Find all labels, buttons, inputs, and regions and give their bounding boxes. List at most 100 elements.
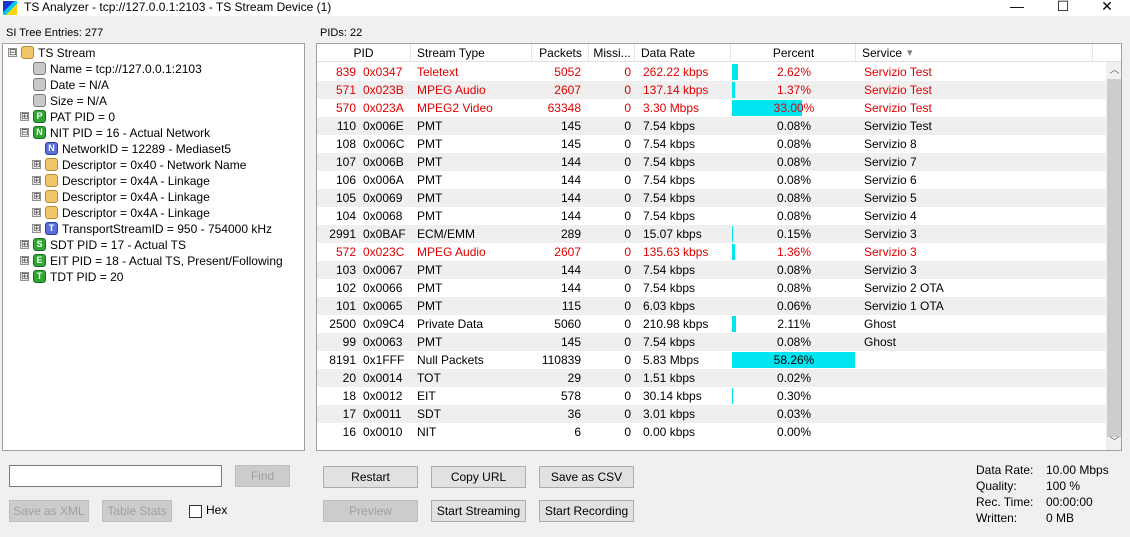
table-row[interactable]: 839 0x0347 Teletext 5052 0 262.22 kbps 2.62% Se… <box>317 63 1106 81</box>
save-as-xml-button[interactable]: Save as XML <box>9 500 89 522</box>
tree-expander-icon[interactable]: ⊟ <box>8 48 17 57</box>
column-header-service[interactable]: Service <box>857 44 1093 62</box>
tree-expander-icon[interactable]: ⊞ <box>20 256 29 265</box>
save-as-csv-button[interactable]: Save as CSV <box>539 466 634 488</box>
table-row[interactable]: 106 0x006A PMT 144 0 7.54 kbps 0.08% Servizio 6 <box>317 171 1106 189</box>
tree-node[interactable]: ⊞ S SDT PID = 17 - Actual TS <box>3 237 303 253</box>
folder-icon <box>45 158 58 171</box>
data-rate-cell: 0.00 kbps <box>643 425 696 439</box>
start-streaming-button[interactable]: Start Streaming <box>431 500 526 522</box>
tree-expander-icon[interactable]: ⊞ <box>20 272 29 281</box>
tree-node[interactable]: ⊞ Descriptor = 0x4A - Linkage <box>3 205 303 221</box>
tree-expander-icon[interactable]: ⊟ <box>20 128 29 137</box>
minimize-button[interactable]: — <box>994 0 1040 16</box>
tree-node[interactable]: ⊞ T TransportStreamID = 950 - 754000 kHz <box>3 221 303 237</box>
percent-cell: 0.08% <box>776 119 812 133</box>
table-row[interactable]: 99 0x0063 PMT 145 0 7.54 kbps 0.08% Ghost <box>317 333 1106 351</box>
table-row[interactable]: 16 0x0010 NIT 6 0 0.00 kbps 0.00% <box>317 423 1106 441</box>
table-row[interactable]: 110 0x006E PMT 145 0 7.54 kbps 0.08% Servizio T… <box>317 117 1106 135</box>
table-row[interactable]: 103 0x0067 PMT 144 0 7.54 kbps 0.08% Servizio 3 <box>317 261 1106 279</box>
tree-expander-icon[interactable]: ⊞ <box>20 112 29 121</box>
scroll-thumb[interactable] <box>1107 79 1121 437</box>
title-bar: TS Analyzer - tcp://127.0.0.1:2103 - TS … <box>0 0 1130 16</box>
tree-node[interactable]: Date = N/A <box>3 77 303 93</box>
tree-node[interactable]: ⊟ TS Stream <box>3 45 303 61</box>
table-row[interactable]: 107 0x006B PMT 144 0 7.54 kbps 0.08% Servizio 7 <box>317 153 1106 171</box>
table-row[interactable]: 572 0x023C MPEG Audio 2607 0 135.63 kbps 1.36%… <box>317 243 1106 261</box>
table-row[interactable]: 102 0x0066 PMT 144 0 7.54 kbps 0.08% Servizio 2… <box>317 279 1106 297</box>
pid-dec-cell: 18 <box>342 389 356 403</box>
column-header-packets[interactable]: Packets <box>533 44 589 62</box>
pid-table[interactable]: PID Stream Type Packets Missi... Data Rate Pe… <box>316 43 1122 451</box>
tree-expander-icon[interactable]: ⊞ <box>32 176 41 185</box>
tree-node[interactable]: N NetworkID = 12289 - Mediaset5 <box>3 141 303 157</box>
tree-expander-icon[interactable]: ⊞ <box>32 160 41 169</box>
vertical-scrollbar[interactable]: ︿ ﹀ <box>1106 62 1121 450</box>
start-recording-button[interactable]: Start Recording <box>539 500 634 522</box>
table-row[interactable]: 571 0x023B MPEG Audio 2607 0 137.14 kbps 1.37%… <box>317 81 1106 99</box>
table-stats-button[interactable]: Table Stats <box>102 500 172 522</box>
table-row[interactable]: 105 0x0069 PMT 144 0 7.54 kbps 0.08% Servizio 5 <box>317 189 1106 207</box>
tree-node[interactable]: ⊟ N NIT PID = 16 - Actual Network <box>3 125 303 141</box>
tree-node[interactable]: ⊞ P PAT PID = 0 <box>3 109 303 125</box>
table-row[interactable]: 570 0x023A MPEG2 Video 63348 0 3.30 Mbps 33.00… <box>317 99 1106 117</box>
data-rate-cell: 1.51 kbps <box>643 371 696 385</box>
stream-type-cell: SDT <box>417 407 441 421</box>
table-row[interactable]: 8191 0x1FFF Null Packets 110839 0 5.83 Mbps 58… <box>317 351 1106 369</box>
service-cell: Servizio 7 <box>864 155 917 169</box>
tree-expander-icon[interactable]: ⊞ <box>32 208 41 217</box>
column-header-missing[interactable]: Missi... <box>590 44 635 62</box>
column-header-pid[interactable]: PID <box>317 44 411 62</box>
packets-cell: 110839 <box>541 353 581 367</box>
missing-cell: 0 <box>624 119 631 133</box>
tree-expander-icon[interactable]: ⊞ <box>32 192 41 201</box>
find-button[interactable]: Find <box>235 465 290 487</box>
scroll-up-icon[interactable]: ︿ <box>1106 64 1121 78</box>
table-row[interactable]: 17 0x0011 SDT 36 0 3.01 kbps 0.03% <box>317 405 1106 423</box>
tree-node-label: Descriptor = 0x40 - Network Name <box>62 158 247 172</box>
sdt-icon: S <box>33 238 46 251</box>
tree-node[interactable]: ⊞ Descriptor = 0x4A - Linkage <box>3 173 303 189</box>
percent-cell: 0.08% <box>776 209 812 223</box>
tree-node-label: Descriptor = 0x4A - Linkage <box>62 190 210 204</box>
column-header-stream-type[interactable]: Stream Type <box>412 44 532 62</box>
pid-hex-cell: 0x0014 <box>363 371 403 385</box>
tree-expander-icon[interactable]: ⊞ <box>20 240 29 249</box>
tree-node-label: TS Stream <box>38 46 96 60</box>
pid-hex-cell: 0x0067 <box>363 263 403 277</box>
percent-cell: 0.08% <box>776 137 812 151</box>
percent-cell: 0.08% <box>776 191 812 205</box>
table-row[interactable]: 104 0x0068 PMT 144 0 7.54 kbps 0.08% Servizio 4 <box>317 207 1106 225</box>
data-rate-cell: 7.54 kbps <box>643 263 696 277</box>
table-row[interactable]: 18 0x0012 EIT 578 0 30.14 kbps 0.30% <box>317 387 1106 405</box>
search-input[interactable] <box>9 465 222 487</box>
scroll-down-icon[interactable]: ﹀ <box>1106 436 1121 450</box>
tree-node[interactable]: ⊞ Descriptor = 0x40 - Network Name <box>3 157 303 173</box>
column-header-data-rate[interactable]: Data Rate <box>636 44 731 62</box>
table-row[interactable]: 2991 0x0BAF ECM/EMM 289 0 15.07 kbps 0.15% Serv… <box>317 225 1106 243</box>
table-row[interactable]: 20 0x0014 TOT 29 0 1.51 kbps 0.02% <box>317 369 1106 387</box>
table-row[interactable]: 108 0x006C PMT 145 0 7.54 kbps 0.08% Servizio 8 <box>317 135 1106 153</box>
maximize-button[interactable]: ☐ <box>1040 0 1086 16</box>
tree-node[interactable]: Name = tcp://127.0.0.1:2103 <box>3 61 303 77</box>
tree-node[interactable]: Size = N/A <box>3 93 303 109</box>
tree-node[interactable]: ⊞ Descriptor = 0x4A - Linkage <box>3 189 303 205</box>
restart-button[interactable]: Restart <box>323 466 418 488</box>
tree-node[interactable]: ⊞ E EIT PID = 18 - Actual TS, Present/Foll… <box>3 253 303 269</box>
pid-dec-cell: 16 <box>342 425 356 439</box>
pid-dec-cell: 102 <box>335 281 356 295</box>
copy-url-button[interactable]: Copy URL <box>431 466 526 488</box>
close-button[interactable]: ✕ <box>1084 0 1130 16</box>
table-row[interactable]: 2500 0x09C4 Private Data 5060 0 210.98 kbps 2.… <box>317 315 1106 333</box>
si-tree[interactable]: ⊟ TS Stream Name = tcp://127.0.0.1:2103 Dat… <box>2 43 305 451</box>
tree-node[interactable]: ⊞ T TDT PID = 20 <box>3 269 303 285</box>
column-header-percent[interactable]: Percent <box>732 44 856 62</box>
hex-label: Hex <box>206 503 228 517</box>
hex-checkbox[interactable] <box>189 505 202 518</box>
service-cell <box>864 405 1094 423</box>
pid-hex-cell: 0x023A <box>363 101 404 115</box>
preview-button[interactable]: Preview <box>323 500 418 522</box>
table-row[interactable]: 101 0x0065 PMT 115 0 6.03 kbps 0.06% Servizio 1… <box>317 297 1106 315</box>
packets-cell: 5052 <box>554 65 581 79</box>
tree-expander-icon[interactable]: ⊞ <box>32 224 41 233</box>
